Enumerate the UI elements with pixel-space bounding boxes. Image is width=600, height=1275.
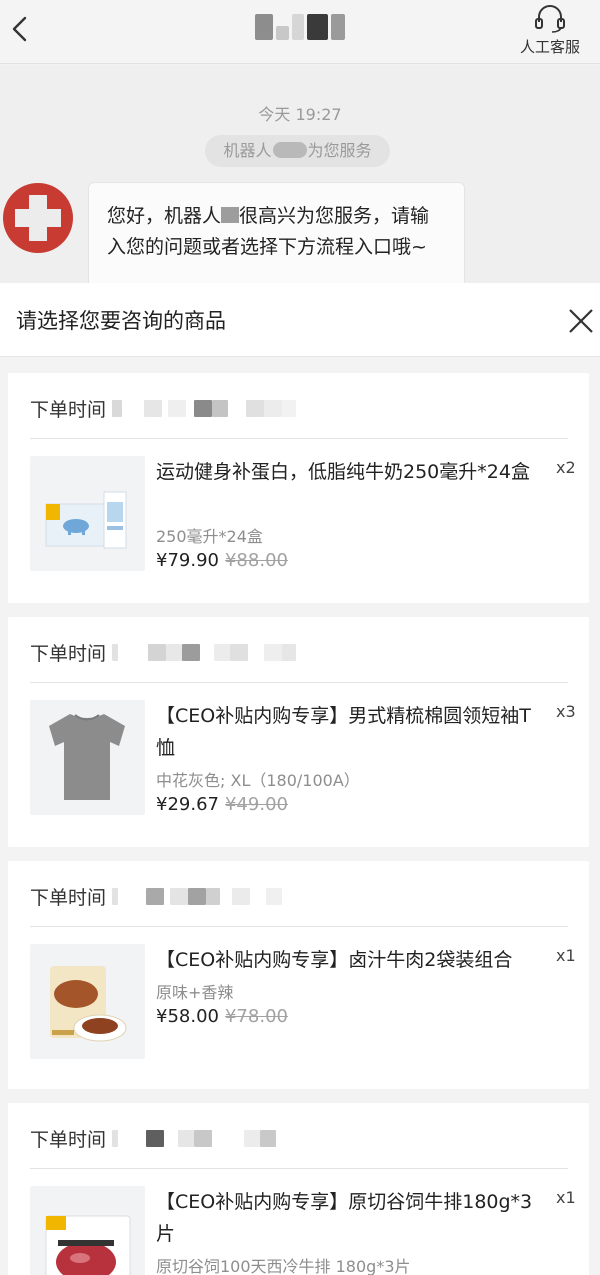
order-card: 下单时间 运动健身补蛋白，低脂纯牛奶250毫升*24盒 x2 250毫升*24盒… (8, 373, 589, 603)
product-price: ¥58.00 (156, 1006, 219, 1027)
order-time-redacted (112, 643, 297, 661)
product-original-price: ¥88.00 (224, 550, 288, 571)
product-item[interactable]: 运动健身补蛋白，低脂纯牛奶250毫升*24盒 x2 250毫升*24盒 ¥79.… (30, 456, 580, 574)
product-quantity: x1 (556, 946, 576, 965)
product-spec: 中花灰色; XL（180/100A） (156, 771, 360, 790)
product-original-price: ¥78.00 (224, 1006, 288, 1027)
product-select-sheet: 请选择您要咨询的商品 下单时间 运动健身补蛋白，低脂纯牛奶250毫升*24盒 x… (0, 283, 600, 1275)
product-quantity: x2 (556, 458, 576, 477)
divider (30, 438, 568, 439)
redacted-name (221, 207, 240, 223)
human-service-label: 人工客服 (519, 38, 580, 56)
order-time-redacted (112, 399, 297, 417)
order-time-label: 下单时间 (30, 1128, 107, 1151)
braised-beef-image (30, 944, 145, 1059)
product-price: ¥79.90 (156, 550, 219, 571)
close-icon[interactable] (566, 306, 596, 336)
system-notice: 机器人 为您服务 (205, 135, 390, 167)
system-notice-suffix: 为您服务 (307, 141, 372, 160)
order-time: 下单时间 (30, 639, 297, 665)
steak-pack-image (30, 1186, 145, 1275)
greeting-prefix: 您好，机器人 (107, 205, 222, 227)
headset-icon (535, 5, 565, 33)
product-name: 运动健身补蛋白，低脂纯牛奶250毫升*24盒 (156, 461, 530, 483)
order-card: 下单时间 【CEO补贴内购专享】原切谷饲牛排180g*3片 x1 原切谷饲100… (8, 1103, 589, 1275)
human-service-button[interactable]: 人工客服 (515, 4, 585, 60)
chat-header: 人工客服 (0, 0, 600, 64)
order-time: 下单时间 (30, 395, 297, 421)
product-price-row: ¥58.00 ¥78.00 (156, 1006, 288, 1027)
order-time-label: 下单时间 (30, 642, 107, 665)
milk-box-image (30, 456, 145, 571)
bot-message-bubble: 您好，机器人 很高兴为您服务，请输入您的问题或者选择下方流程入口哦~ (88, 182, 465, 292)
order-card: 下单时间 【CEO补贴内购专享】男式精梳棉圆领短袖T恤 x3 中花灰色; XL（… (8, 617, 589, 847)
product-price-row: ¥29.67 ¥49.00 (156, 794, 288, 815)
order-time-redacted (112, 1129, 277, 1147)
product-spec: 原味+香辣 (156, 983, 234, 1002)
product-item[interactable]: 【CEO补贴内购专享】男式精梳棉圆领短袖T恤 x3 中花灰色; XL（180/1… (30, 700, 580, 818)
order-card: 下单时间 【CEO补贴内购专享】卤汁牛肉2袋装组合 x1 原味+香辣 ¥58.0… (8, 861, 589, 1089)
sheet-title: 请选择您要咨询的商品 (16, 309, 226, 333)
chat-messages: 今天 19:27 机器人 为您服务 您好，机器人 很高兴为您服务，请输入您的问题或者… (0, 65, 600, 292)
product-price: ¥29.67 (156, 794, 219, 815)
product-original-price: ¥49.00 (224, 794, 288, 815)
divider (30, 926, 568, 927)
product-name: 【CEO补贴内购专享】男式精梳棉圆领短袖T恤 (156, 705, 531, 759)
order-time: 下单时间 (30, 883, 283, 909)
system-notice-prefix: 机器人 (223, 141, 272, 160)
bot-avatar (3, 183, 73, 253)
product-item[interactable]: 【CEO补贴内购专享】原切谷饲牛排180g*3片 x1 原切谷饲100天西冷牛排… (30, 1186, 580, 1275)
sheet-header: 请选择您要咨询的商品 (0, 283, 600, 357)
product-quantity: x1 (556, 1188, 576, 1207)
product-quantity: x3 (556, 702, 576, 721)
product-spec: 原切谷饲100天西冷牛排 180g*3片 (156, 1257, 411, 1275)
contact-name-redacted (255, 14, 346, 44)
product-spec: 250毫升*24盒 (156, 527, 263, 546)
product-item[interactable]: 【CEO补贴内购专享】卤汁牛肉2袋装组合 x1 原味+香辣 ¥58.00 ¥78.… (30, 944, 580, 1062)
gray-tshirt-image (30, 700, 145, 815)
back-arrow-icon[interactable] (8, 14, 32, 44)
order-time: 下单时间 (30, 1125, 277, 1151)
product-name: 【CEO补贴内购专享】卤汁牛肉2袋装组合 (156, 949, 513, 971)
message-timestamp: 今天 19:27 (258, 105, 342, 124)
divider (30, 1168, 568, 1169)
divider (30, 682, 568, 683)
order-time-label: 下单时间 (30, 398, 107, 421)
redacted-name (272, 142, 307, 158)
order-time-redacted (112, 887, 283, 905)
product-name: 【CEO补贴内购专享】原切谷饲牛排180g*3片 (156, 1191, 533, 1245)
product-price-row: ¥79.90 ¥88.00 (156, 550, 288, 571)
order-time-label: 下单时间 (30, 886, 107, 909)
